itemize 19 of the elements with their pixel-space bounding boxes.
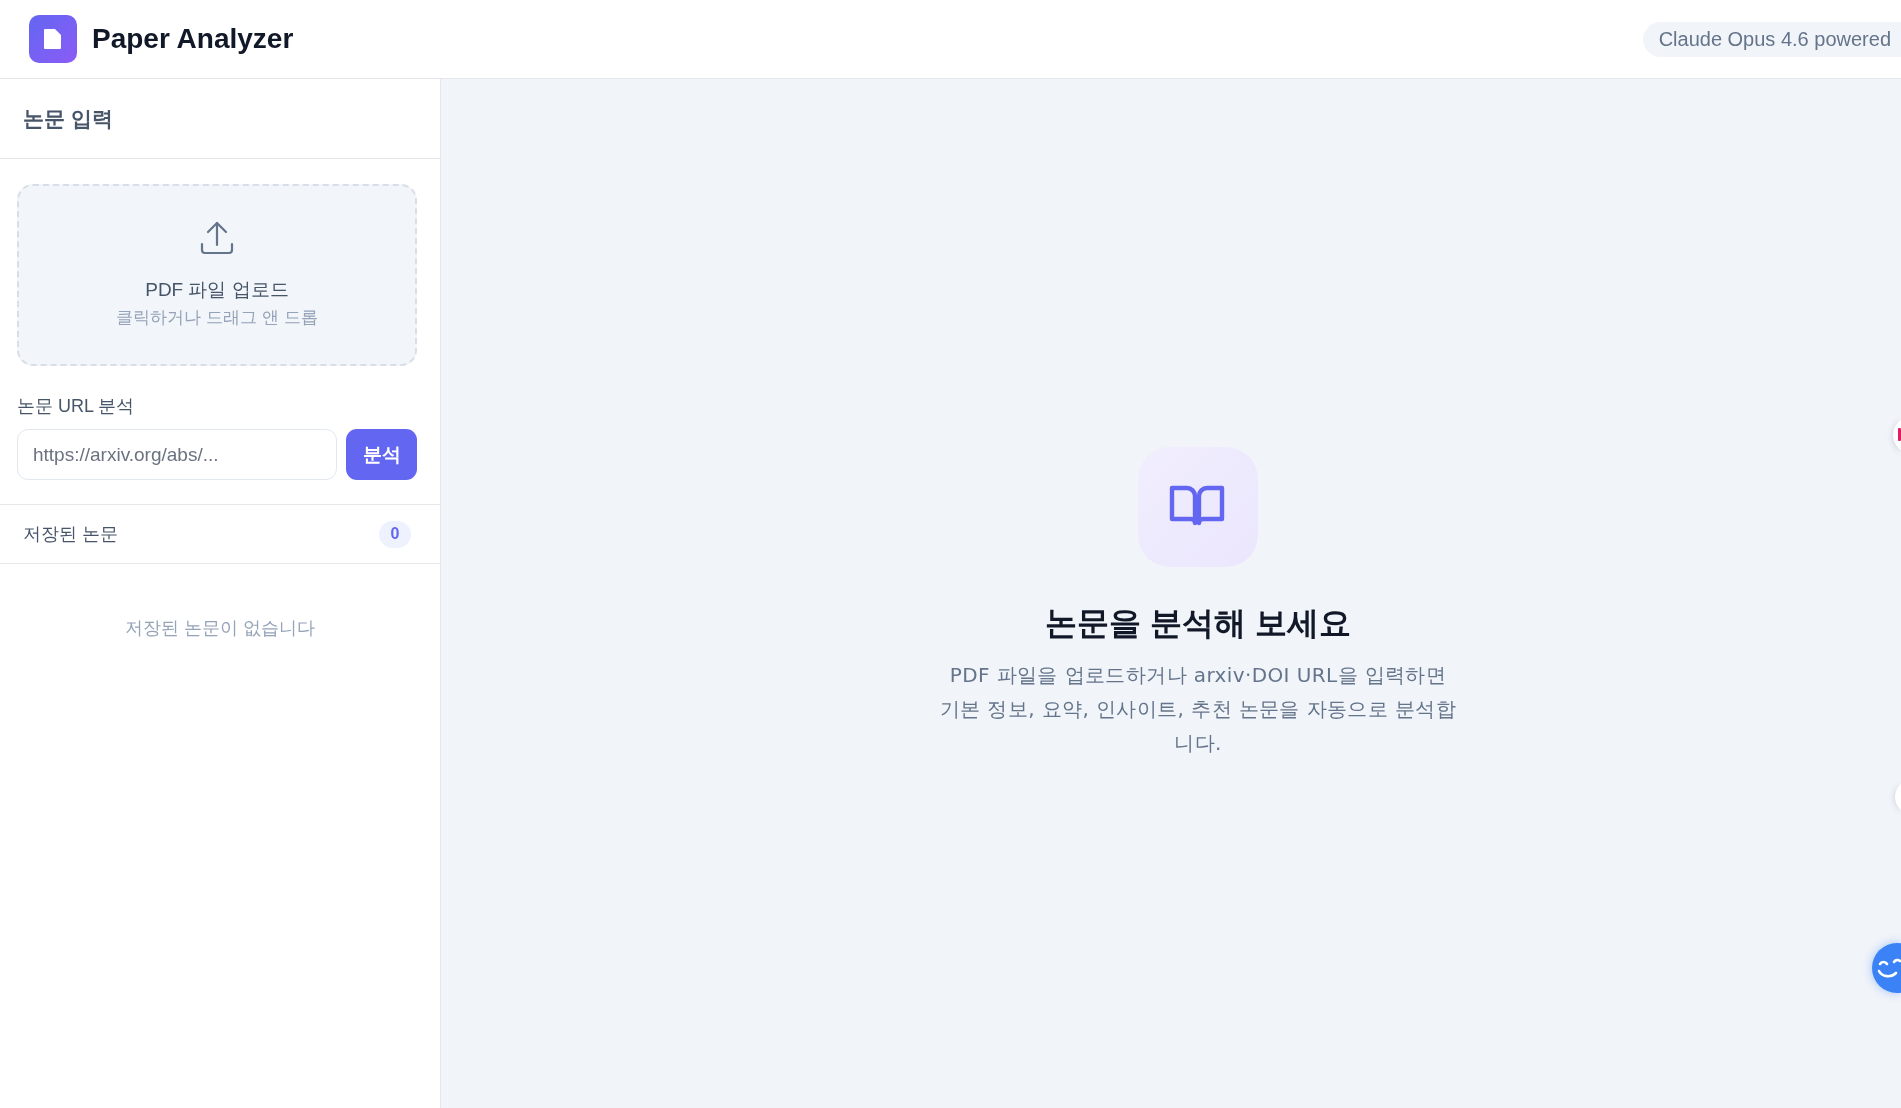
upload-title: PDF 파일 업로드 (145, 277, 289, 302)
empty-list-message: 저장된 논문이 없습니다 (125, 617, 315, 640)
saved-papers-title: 저장된 논문 (23, 523, 118, 546)
upload-hint: 클릭하거나 드래그 앤 드롭 (116, 306, 318, 329)
upload-dropzone[interactable]: PDF 파일 업로드 클릭하거나 드래그 앤 드롭 (17, 184, 417, 366)
empty-state-title: 논문을 분석해 보세요 (1045, 604, 1351, 643)
url-label: 논문 URL 분석 (17, 395, 135, 417)
url-input-field[interactable]: https://arxiv.org/abs/... (17, 429, 337, 480)
smiley-face-icon[interactable] (1872, 943, 1901, 993)
model-badge: Claude Opus 4.6 powered (1642, 21, 1901, 57)
app-title: Paper Analyzer (92, 23, 294, 55)
empty-state-description: PDF 파일을 업로드하거나 arxiv·DOI URL을 입력하면 기본 정보, 요약, 인사이트, 추천 논문을 자동으로 분석합니다. (938, 662, 1458, 757)
section-title: 논문 입력 (23, 105, 113, 132)
upload-icon (200, 220, 234, 255)
book-icon (1138, 447, 1258, 567)
logo-icon (29, 15, 77, 63)
saved-count: 0 (379, 520, 411, 548)
floating-tab-icon[interactable] (1892, 417, 1901, 453)
analyze-button[interactable]: 분석 (346, 429, 417, 480)
